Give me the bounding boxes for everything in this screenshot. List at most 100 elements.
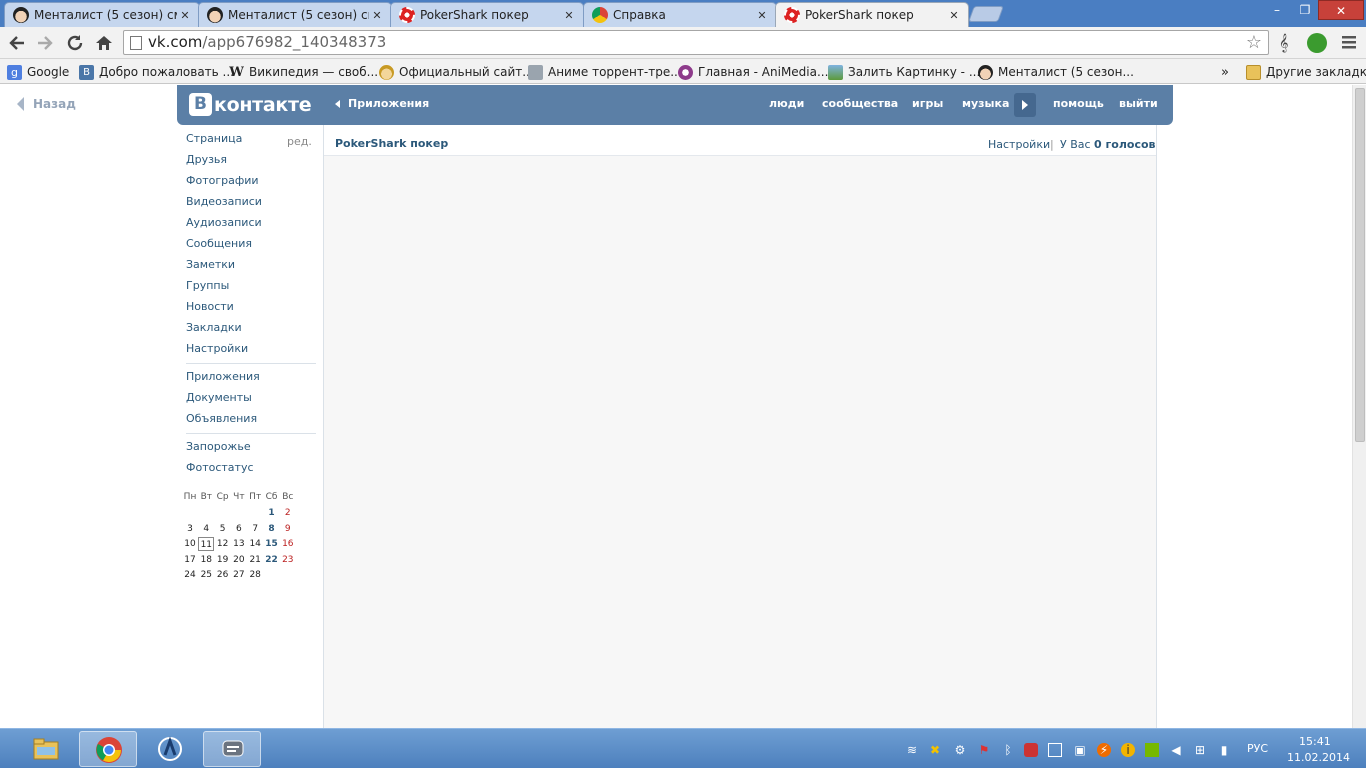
tab-close-icon[interactable]: ✕: [369, 9, 385, 22]
sidebar-item[interactable]: Новости: [186, 300, 234, 316]
extension-treble-clef-icon[interactable]: 𝄞: [1279, 32, 1288, 54]
sidebar-item[interactable]: Запорожье: [186, 440, 251, 456]
calendar-day[interactable]: 4: [198, 522, 214, 536]
calendar-day[interactable]: 2: [280, 506, 296, 520]
forward-button[interactable]: [33, 31, 57, 55]
maximize-button[interactable]: ❐: [1292, 0, 1318, 20]
power-icon[interactable]: ▮: [1217, 743, 1231, 757]
bookmark-item[interactable]: В Добро пожаловать ...: [79, 63, 234, 81]
calendar-day[interactable]: 19: [215, 553, 231, 567]
calendar-day[interactable]: 10: [182, 537, 198, 551]
sidebar-item[interactable]: Заметки: [186, 258, 235, 274]
sidebar-edit-link[interactable]: ред.: [287, 135, 312, 148]
calendar-day[interactable]: 3: [182, 522, 198, 536]
browser-tab[interactable]: PokerShark покер ✕: [390, 2, 584, 27]
apps-link[interactable]: Приложения: [335, 97, 429, 110]
browser-tab[interactable]: Справка ✕: [583, 2, 777, 27]
calendar-day[interactable]: 5: [215, 522, 231, 536]
sidebar-item[interactable]: Фотографии: [186, 174, 259, 190]
calendar-day[interactable]: 18: [198, 553, 214, 567]
calendar-day[interactable]: 1: [264, 506, 280, 520]
calendar-day[interactable]: 16: [280, 537, 296, 551]
tray-tool-icon[interactable]: ⚙: [953, 743, 967, 757]
clock-date[interactable]: 11.02.2014: [1287, 751, 1350, 764]
extension-power-icon[interactable]: [1307, 33, 1327, 53]
sidebar-item[interactable]: Закладки: [186, 321, 242, 337]
sidebar-item[interactable]: Аудиозаписи: [186, 216, 262, 232]
new-tab-button[interactable]: [968, 6, 1004, 22]
back-button[interactable]: [5, 31, 29, 55]
sidebar-item[interactable]: Объявления: [186, 412, 257, 428]
volume-icon[interactable]: ◀: [1169, 743, 1183, 757]
calendar-day[interactable]: 22: [264, 553, 280, 567]
page-scrollbar[interactable]: [1352, 85, 1366, 728]
sidebar-item[interactable]: Друзья: [186, 153, 227, 169]
calendar-day[interactable]: 27: [231, 568, 247, 582]
tray-box-icon[interactable]: [1048, 743, 1062, 757]
taskbar-messenger[interactable]: [203, 731, 261, 767]
lightning-icon[interactable]: ⚡: [1097, 743, 1111, 757]
calendar-day[interactable]: 7: [247, 522, 263, 536]
reload-button[interactable]: [63, 31, 87, 55]
calendar-day[interactable]: 20: [231, 553, 247, 567]
tray-app-icon[interactable]: ✖: [928, 743, 942, 757]
calendar-day[interactable]: 23: [280, 553, 296, 567]
bookmark-star-icon[interactable]: ☆: [1246, 31, 1262, 54]
calendar-day[interactable]: 28: [247, 568, 263, 582]
bookmark-item[interactable]: Залить Картинку - ...: [828, 63, 980, 81]
sidebar-item[interactable]: Документы: [186, 391, 252, 407]
calendar-day[interactable]: 24: [182, 568, 198, 582]
wifi-icon[interactable]: ≋: [905, 743, 919, 757]
browser-tab-active[interactable]: PokerShark покер ✕: [775, 2, 969, 27]
taskbar-media-app[interactable]: [141, 731, 199, 767]
minimize-button[interactable]: –: [1262, 0, 1292, 20]
sidebar-item[interactable]: Группы: [186, 279, 229, 295]
calendar-day[interactable]: 6: [231, 522, 247, 536]
tray-red-app-icon[interactable]: [1024, 743, 1038, 757]
nav-people[interactable]: люди: [769, 97, 804, 110]
browser-tab[interactable]: Менталист (5 сезон) смо ✕: [198, 2, 392, 27]
nav-help[interactable]: помощь: [1053, 97, 1104, 110]
bookmark-item[interactable]: Менталист (5 сезон...: [978, 63, 1134, 81]
language-indicator[interactable]: РУС: [1247, 742, 1268, 755]
other-bookmarks-button[interactable]: Другие закладки: [1246, 63, 1366, 81]
calendar-day[interactable]: 14: [247, 537, 263, 551]
address-bar[interactable]: vk.com/app676982_140348373 ☆: [123, 30, 1269, 55]
bookmark-item[interactable]: W Википедия — своб...: [229, 63, 378, 81]
bookmark-item[interactable]: g Google: [7, 63, 69, 81]
home-button[interactable]: [92, 31, 116, 55]
votes-balance[interactable]: У Вас 0 голосов: [1060, 138, 1156, 151]
taskbar-chrome[interactable]: [79, 731, 137, 767]
bookmarks-overflow-button[interactable]: »: [1221, 63, 1229, 81]
calendar-day[interactable]: 12: [215, 537, 231, 551]
taskbar-explorer[interactable]: [17, 731, 75, 767]
close-window-button[interactable]: ✕: [1318, 0, 1364, 20]
bluetooth-icon[interactable]: ᛒ: [1001, 743, 1015, 757]
network-icon[interactable]: ⊞: [1193, 743, 1207, 757]
tab-close-icon[interactable]: ✕: [946, 9, 962, 22]
calendar-day[interactable]: 17: [182, 553, 198, 567]
back-link[interactable]: Назад: [17, 97, 76, 111]
nvidia-icon[interactable]: [1145, 743, 1159, 757]
menu-icon[interactable]: [1341, 32, 1357, 58]
sidebar-item[interactable]: Фотостатус: [186, 461, 254, 477]
app-settings-link[interactable]: Настройки: [988, 138, 1050, 151]
calendar-day[interactable]: 8: [264, 522, 280, 536]
flag-icon[interactable]: ⚑: [977, 743, 991, 757]
sidebar-item[interactable]: Страница: [186, 132, 242, 148]
app-title[interactable]: PokerShark покер: [335, 137, 448, 150]
browser-tab[interactable]: Менталист (5 сезон) смо ✕: [4, 2, 200, 27]
nav-logout[interactable]: выйти: [1119, 97, 1158, 110]
bookmark-item[interactable]: Главная - AniMedia...: [678, 63, 828, 81]
calendar-day[interactable]: 21: [247, 553, 263, 567]
tab-close-icon[interactable]: ✕: [561, 9, 577, 22]
calendar-day[interactable]: 13: [231, 537, 247, 551]
calendar-day[interactable]: 9: [280, 522, 296, 536]
calendar-day[interactable]: 26: [215, 568, 231, 582]
bookmark-item[interactable]: Официальный сайт...: [379, 63, 534, 81]
calendar-day[interactable]: 11: [198, 537, 215, 551]
monitor-icon[interactable]: ▣: [1073, 743, 1087, 757]
sidebar-item[interactable]: Настройки: [186, 342, 248, 358]
clock-time[interactable]: 15:41: [1299, 735, 1331, 748]
calendar-day[interactable]: 15: [264, 537, 280, 551]
